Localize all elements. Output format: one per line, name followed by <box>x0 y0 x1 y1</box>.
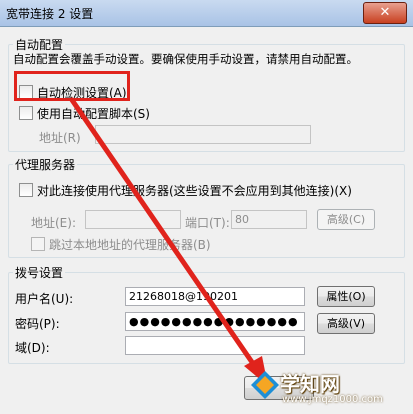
watermark: 学知网 www.jmqz1000.com <box>248 366 408 412</box>
username-label: 用户名(U): <box>15 292 74 306</box>
dialup-advanced-button[interactable]: 高级(V) <box>317 313 375 334</box>
password-label: 密码(P): <box>15 317 60 331</box>
title-bar: 宽带连接 2 设置 ✕ <box>0 0 413 27</box>
watermark-logo-icon <box>251 371 279 399</box>
watermark-url: www.jmqz1000.com <box>282 394 383 405</box>
highlight-box <box>14 71 130 101</box>
close-button[interactable]: ✕ <box>363 2 407 24</box>
script-address-input[interactable] <box>95 125 311 144</box>
dialup-group-title: 拨号设置 <box>13 264 66 281</box>
domain-label: 域(D): <box>15 341 50 355</box>
bypass-local-label[interactable]: 跳过本地地址的代理服务器(B) <box>49 236 211 253</box>
proxy-group: 代理服务器 对此连接使用代理服务器(这些设置不会应用到其他连接)(X) 地址(E… <box>8 156 405 258</box>
bypass-local-checkbox[interactable] <box>31 237 45 251</box>
auto-config-description: 自动配置会覆盖手动设置。要确保使用手动设置，请禁用自动配置。 <box>13 52 358 66</box>
use-proxy-label[interactable]: 对此连接使用代理服务器(这些设置不会应用到其他连接)(X) <box>37 182 352 199</box>
proxy-address-label: 地址(E): <box>31 216 76 230</box>
proxy-address-input[interactable] <box>85 210 181 229</box>
domain-input[interactable] <box>125 336 305 355</box>
password-input[interactable]: ●●●●●●●●●●●●●●●● <box>125 312 305 331</box>
use-script-checkbox[interactable] <box>19 106 33 120</box>
proxy-group-title: 代理服务器 <box>13 156 78 173</box>
dialup-group: 拨号设置 用户名(U): 21268018@190201 属性(O) 密码(P)… <box>8 264 405 364</box>
proxy-port-label: 端口(T): <box>185 216 230 230</box>
watermark-text: 学知网 <box>280 372 340 396</box>
proxy-port-input[interactable]: 80 <box>231 210 307 229</box>
properties-button[interactable]: 属性(O) <box>317 286 375 307</box>
use-script-label[interactable]: 使用自动配置脚本(S) <box>37 105 150 122</box>
use-proxy-checkbox[interactable] <box>19 183 33 197</box>
proxy-advanced-button[interactable]: 高级(C) <box>317 209 375 230</box>
username-input[interactable]: 21268018@190201 <box>125 287 305 306</box>
script-address-label: 地址(R) <box>39 131 81 145</box>
window-title: 宽带连接 2 设置 <box>6 7 94 21</box>
